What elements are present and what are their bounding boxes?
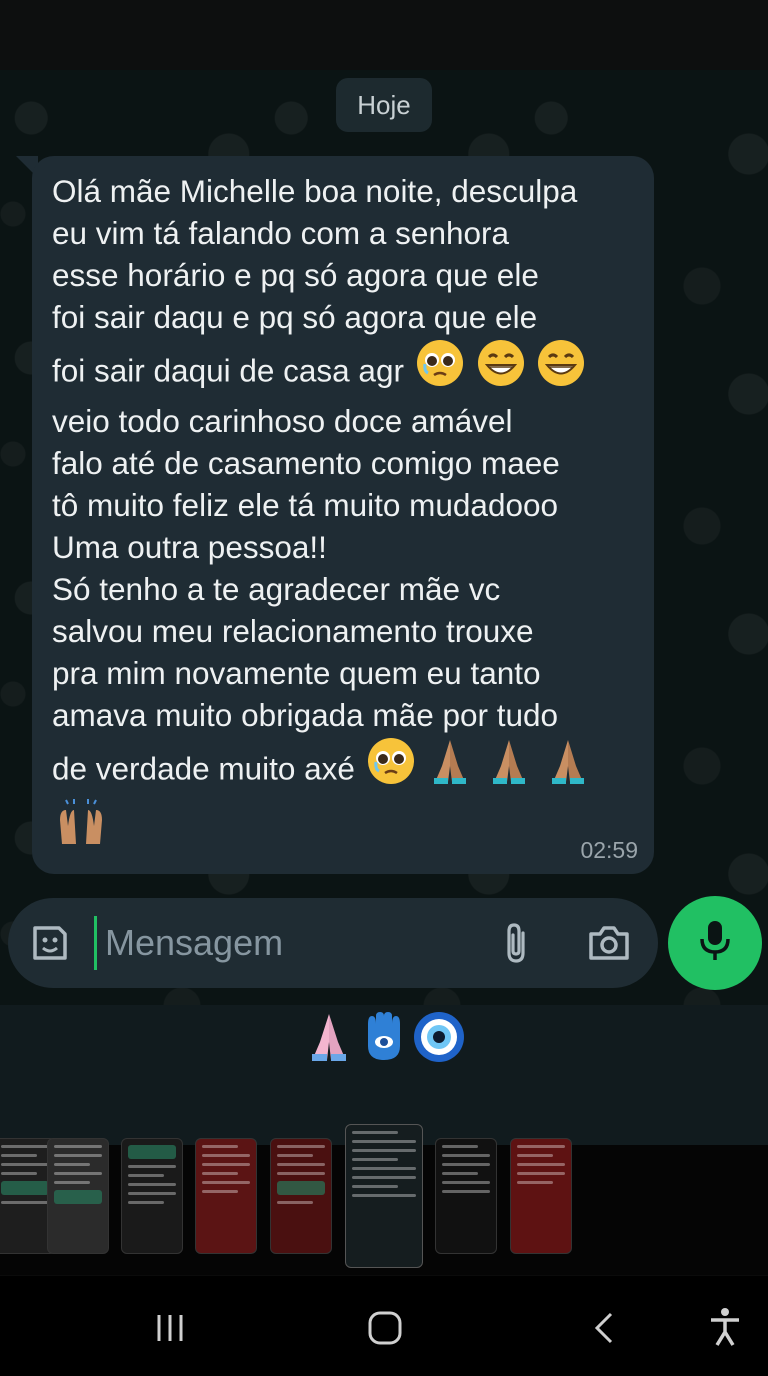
message-line: Uma outra pessoa!! [52,529,327,565]
folded-hands-icon [485,736,533,806]
message-line: amava muito obrigada mãe por tudo [52,697,559,733]
screenshot-thumbnail-current[interactable] [345,1124,423,1268]
message-line: foi sair daqu e pq só agora que ele [52,299,538,335]
overlay-emojis [304,1010,466,1069]
raising-hands-icon [54,798,108,868]
paperclip-icon[interactable] [494,919,538,967]
message-text: foi sair daqui de casa agr [52,352,404,389]
message-line: Olá mãe Michelle boa noite, desculpa [52,173,578,209]
grinning-face-icon [476,338,526,408]
recents-icon[interactable] [148,1306,192,1350]
message-text: de verdade muito axé [52,750,355,787]
screenshot-thumbnail[interactable] [270,1138,332,1254]
message-composer[interactable]: Mensagem [8,898,658,988]
message-line-with-emojis: de verdade muito axé [52,736,634,798]
status-area [0,0,768,70]
system-navigation-bar [0,1276,768,1376]
sticker-icon[interactable] [26,919,74,967]
message-line: eu vim tá falando com a senhora [52,215,510,251]
home-icon[interactable] [362,1306,408,1350]
back-icon[interactable] [582,1306,626,1350]
microphone-button[interactable] [668,896,762,990]
message-bubble[interactable]: Olá mãe Michelle boa noite, desculpa eu … [32,156,654,874]
microphone-icon [697,919,733,968]
folded-hands-icon [304,1010,354,1069]
message-line: falo até de casamento comigo maee [52,445,560,481]
camera-icon[interactable] [584,919,634,967]
grinning-face-icon [536,338,586,408]
folded-hands-icon [544,736,592,806]
date-chip: Hoje [336,78,432,132]
pleading-face-icon [415,338,465,408]
message-line-with-emojis: foi sair daqui de casa agr [52,338,634,400]
pleading-face-icon [366,736,416,806]
message-line: esse horário e pq só agora que ele [52,257,539,293]
screenshot-thumbnail[interactable] [435,1138,497,1254]
message-line: pra mim novamente quem eu tanto [52,655,541,691]
nazar-amulet-icon [412,1010,466,1069]
message-line: tô muito feliz ele tá muito mudadooo [52,487,559,523]
message-input[interactable]: Mensagem [94,916,485,970]
message-time: 02:59 [580,837,638,863]
hamsa-icon [358,1010,408,1069]
screenshot-thumbnail[interactable] [121,1138,183,1254]
message-line: salvou meu relacionamento trouxe [52,613,534,649]
message-line: Só tenho a te agradecer mãe vc [52,571,501,607]
accessibility-icon[interactable] [702,1304,748,1350]
screenshot-thumbnail[interactable] [195,1138,257,1254]
folded-hands-icon [426,736,474,806]
screenshot-thumbnail[interactable] [510,1138,572,1254]
screenshot-thumbnail[interactable] [47,1138,109,1254]
message-line-emoji-only [52,798,634,860]
